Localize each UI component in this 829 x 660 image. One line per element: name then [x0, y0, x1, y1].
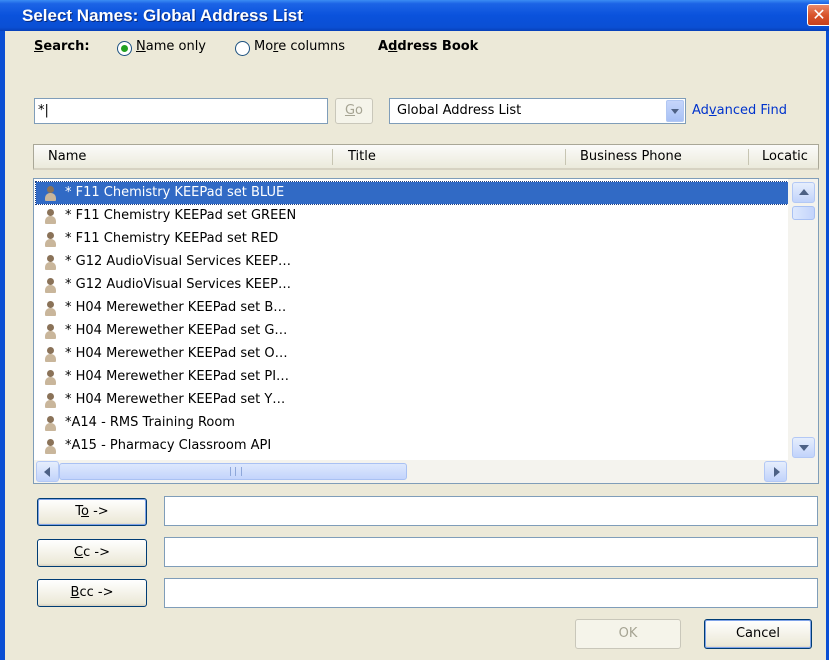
column-header: Name Title Business Phone Locatic [33, 144, 819, 170]
column-name[interactable]: Name [48, 149, 86, 164]
cc-field[interactable] [164, 537, 818, 567]
person-icon [45, 324, 56, 339]
address-book-select[interactable]: Global Address List [389, 98, 686, 124]
entry-name: * H04 Merewether KEEPad set B… [65, 300, 287, 315]
person-icon [45, 393, 56, 408]
window-title: Select Names: Global Address List [22, 6, 303, 25]
close-icon: ✕ [812, 5, 826, 24]
chevron-down-icon[interactable] [666, 100, 684, 122]
list-item[interactable]: * G12 AudioVisual Services KEEP… [36, 274, 794, 296]
person-icon [45, 278, 56, 293]
address-book-label: Address Book [378, 39, 479, 54]
search-label: Search: [34, 39, 90, 54]
entry-name: * H04 Merewether KEEPad set O… [65, 346, 288, 361]
list-item[interactable]: * G12 AudioVisual Services KEEP… [36, 251, 794, 273]
go-button[interactable]: Go [335, 98, 373, 124]
entry-name: * G12 AudioVisual Services KEEP… [65, 277, 292, 292]
column-divider[interactable] [748, 149, 749, 165]
list-item[interactable]: * F11 Chemistry KEEPad set RED [36, 228, 794, 250]
scroll-left-button[interactable] [36, 461, 59, 482]
scroll-right-button[interactable] [764, 461, 787, 482]
close-button[interactable]: ✕ [807, 4, 829, 26]
title-bar[interactable]: Select Names: Global Address List ✕ [0, 0, 829, 31]
more-columns-radio[interactable] [235, 41, 250, 56]
more-columns-label[interactable]: More columns [254, 39, 345, 54]
bcc-button[interactable]: Bcc -> [37, 579, 147, 607]
person-icon [45, 416, 56, 431]
person-icon [45, 347, 56, 362]
horizontal-scrollbar[interactable] [34, 460, 818, 483]
person-icon [45, 301, 56, 316]
to-field[interactable] [164, 496, 818, 526]
address-book-selected: Global Address List [397, 103, 522, 118]
chevron-up-icon [799, 189, 809, 195]
scroll-down-button[interactable] [792, 437, 815, 458]
list-item[interactable]: * H04 Merewether KEEPad set G… [36, 320, 794, 342]
entry-name: *A14 - RMS Training Room [65, 415, 235, 430]
entry-name: * F11 Chemistry KEEPad set RED [65, 231, 279, 246]
entry-name: * F11 Chemistry KEEPad set BLUE [65, 185, 285, 200]
horizontal-scroll-thumb[interactable] [59, 463, 407, 480]
chevron-left-icon [44, 467, 50, 477]
vertical-scroll-thumb[interactable] [792, 206, 815, 220]
list-item[interactable]: *A14 - RMS Training Room [36, 412, 794, 434]
column-divider[interactable] [332, 149, 333, 165]
person-icon [45, 232, 56, 247]
column-location[interactable]: Locatic [762, 149, 808, 164]
entry-name: *A15 - Pharmacy Classroom API [65, 438, 272, 453]
cc-button[interactable]: Cc -> [37, 539, 147, 567]
name-only-label[interactable]: Name only [136, 39, 206, 54]
list-item[interactable]: *A15 - Pharmacy Classroom API [36, 435, 794, 457]
column-title[interactable]: Title [348, 149, 376, 164]
list-item[interactable]: * H04 Merewether KEEPad set PI… [36, 366, 794, 388]
scroll-up-button[interactable] [792, 182, 815, 203]
select-names-dialog: Select Names: Global Address List ✕ Sear… [0, 0, 829, 660]
chevron-down-icon [799, 445, 809, 451]
names-list[interactable]: * F11 Chemistry KEEPad set BLUE * F11 Ch… [33, 178, 819, 484]
list-item[interactable]: * H04 Merewether KEEPad set O… [36, 343, 794, 365]
list-item[interactable]: * F11 Chemistry KEEPad set GREEN [36, 205, 794, 227]
bcc-field[interactable] [164, 578, 818, 608]
vertical-scrollbar[interactable] [788, 179, 818, 460]
entry-name: * H04 Merewether KEEPad set G… [65, 323, 288, 338]
column-divider[interactable] [565, 149, 566, 165]
to-button[interactable]: To -> [37, 498, 147, 526]
column-business-phone[interactable]: Business Phone [580, 149, 682, 164]
person-icon [45, 255, 56, 270]
entry-name: * H04 Merewether KEEPad set Y… [65, 392, 286, 407]
list-item[interactable]: * H04 Merewether KEEPad set Y… [36, 389, 794, 411]
chevron-right-icon [774, 467, 780, 477]
person-icon [45, 186, 56, 201]
person-icon [45, 209, 56, 224]
advanced-find-link[interactable]: Advanced Find [692, 103, 787, 118]
person-icon [45, 439, 56, 454]
list-item[interactable]: * H04 Merewether KEEPad set B… [36, 297, 794, 319]
grip-icon [230, 467, 242, 476]
entry-name: * F11 Chemistry KEEPad set GREEN [65, 208, 297, 223]
ok-button[interactable]: OK [575, 619, 681, 649]
search-input-value: *| [38, 103, 49, 118]
search-input[interactable]: *| [34, 98, 328, 124]
person-icon [45, 370, 56, 385]
list-item[interactable]: * F11 Chemistry KEEPad set BLUE [35, 181, 795, 205]
cancel-button[interactable]: Cancel [704, 619, 812, 649]
name-only-radio[interactable] [117, 41, 132, 56]
entry-name: * G12 AudioVisual Services KEEP… [65, 254, 292, 269]
entry-name: * H04 Merewether KEEPad set PI… [65, 369, 290, 384]
